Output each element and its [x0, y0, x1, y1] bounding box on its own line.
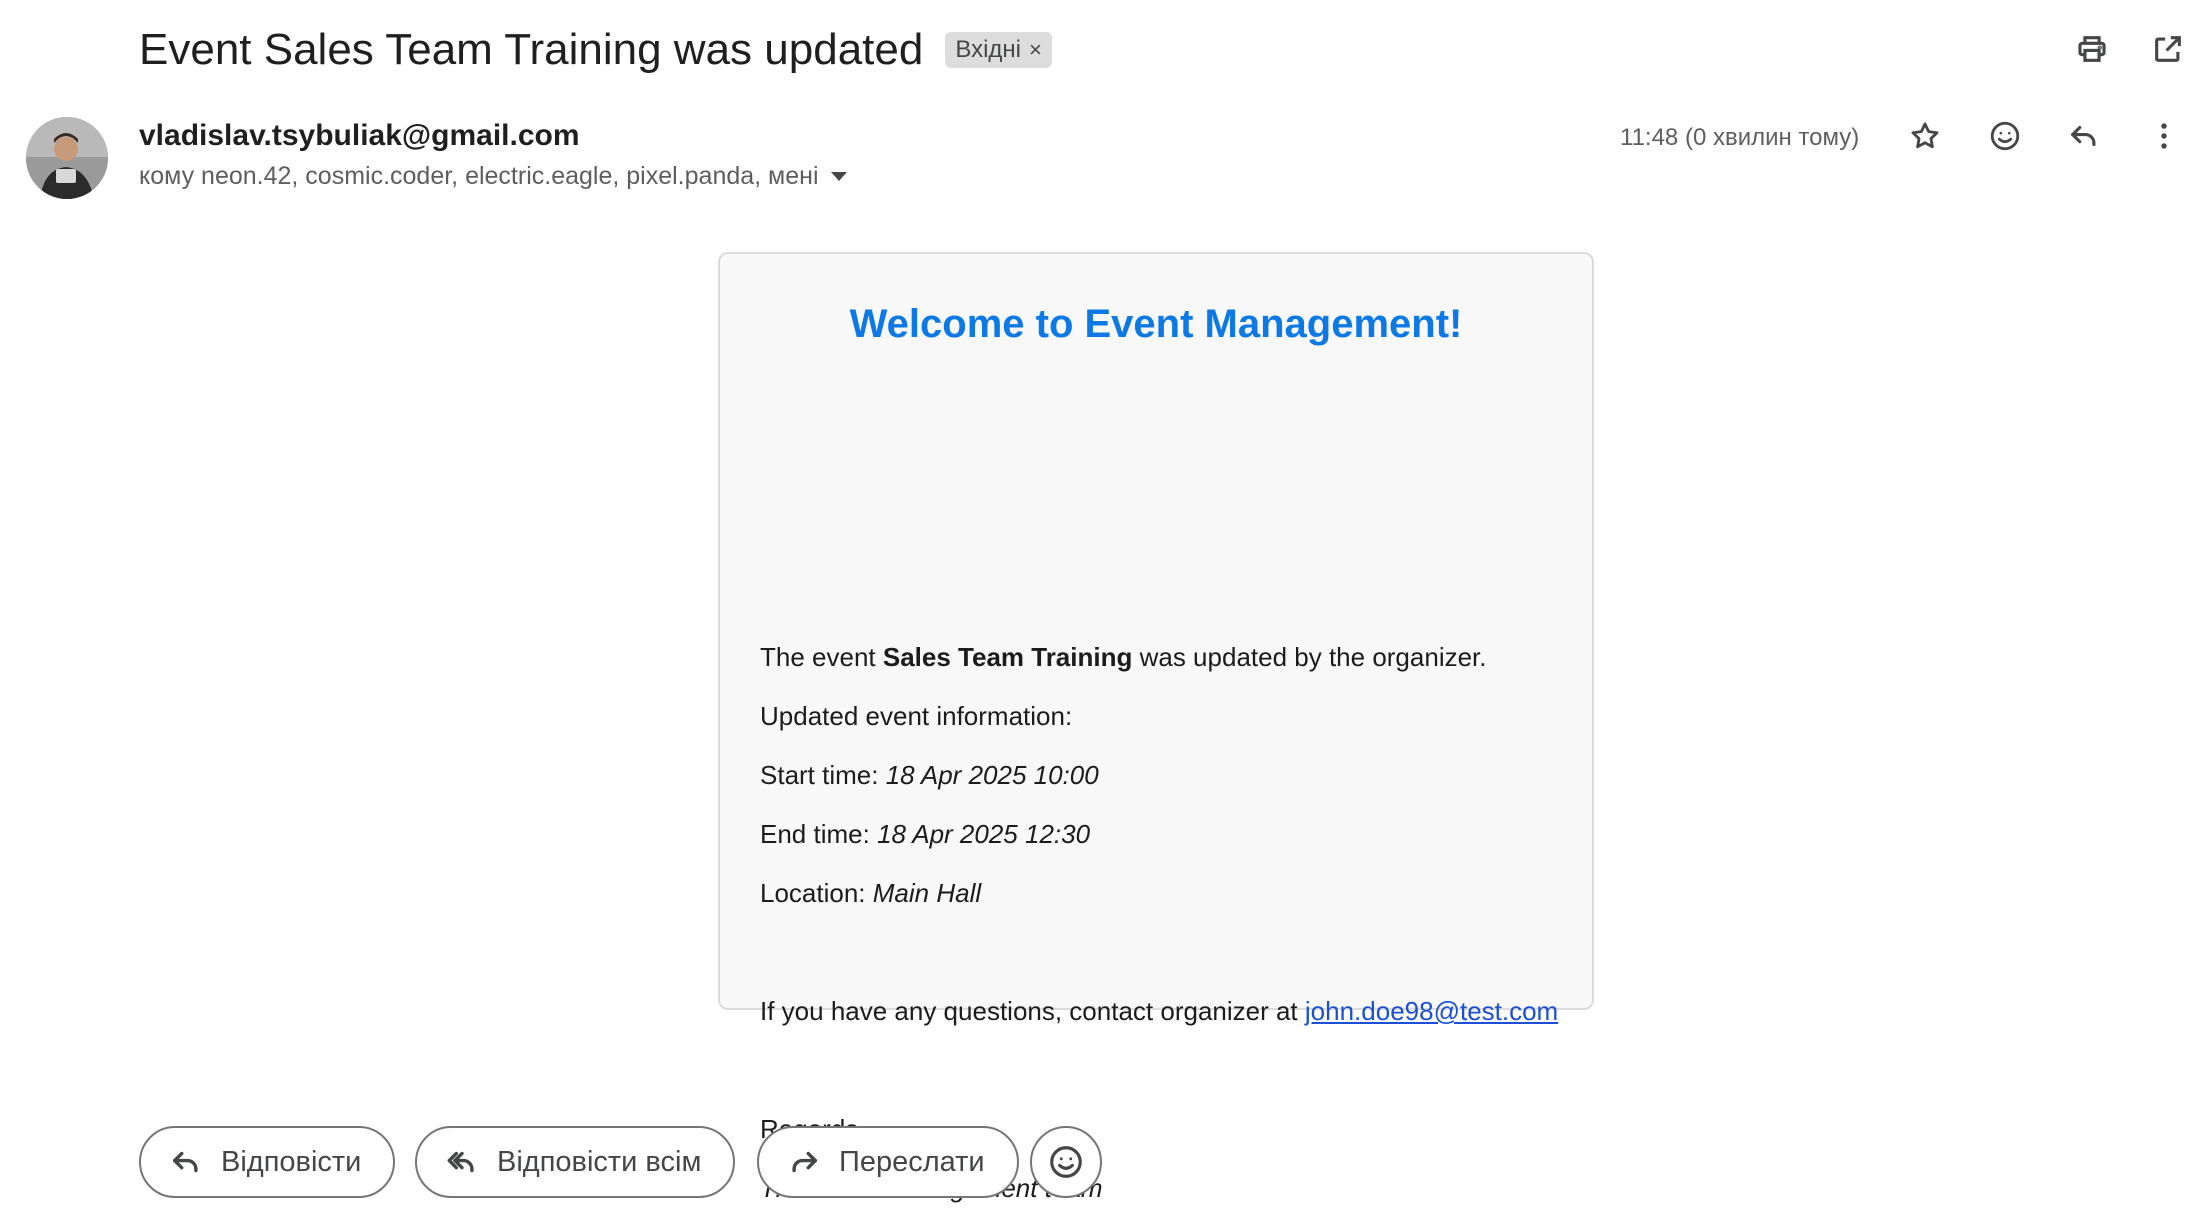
star-button[interactable] [1897, 108, 1953, 164]
emoji-reaction-button[interactable] [1030, 1126, 1102, 1198]
intro-line: The event Sales Team Training was update… [760, 640, 1487, 674]
sender-email[interactable]: vladislav.tsybuliak@gmail.com [139, 118, 580, 154]
reply-all-action-label: Відповісти всім [497, 1145, 702, 1178]
reply-all-icon [447, 1151, 474, 1173]
message-time: 11:48 (0 хвилин тому) [1620, 124, 1860, 151]
updated-info-label: Updated event information: [760, 701, 1073, 731]
recipients-details-chevron-down-icon[interactable] [830, 171, 847, 181]
email-body-card: Welcome to Event Management! The event S… [718, 252, 1594, 1203]
start-time-label: Start time: [760, 760, 886, 790]
reply-icon [172, 1151, 198, 1173]
inbox-label-text: Вхідні [955, 36, 1022, 63]
open-in-new-window-icon [2155, 36, 2181, 62]
event-name: Sales Team Training [882, 642, 1133, 672]
print-icon [2078, 36, 2106, 62]
more-vertical-icon [2161, 123, 2167, 149]
location-line: Location: Main Hall [760, 876, 981, 910]
forward-icon [792, 1151, 818, 1173]
star-icon [1911, 122, 1939, 149]
forward-action-label: Переслати [839, 1145, 985, 1178]
open-in-new-window-button[interactable] [2140, 21, 2196, 77]
remove-label-icon[interactable]: × [1029, 33, 1042, 67]
intro-suffix: was updated by the organizer. [1132, 642, 1487, 672]
avatar-photo [26, 117, 108, 199]
intro-prefix: The event [760, 642, 883, 672]
start-time-value: 18 Apr 2025 10:00 [885, 760, 1099, 790]
reply-icon [2071, 125, 2096, 147]
email-subject: Event Sales Team Training was updated [139, 25, 924, 74]
start-time-line: Start time: 18 Apr 2025 10:00 [760, 758, 1099, 792]
email-subject-row: Event Sales Team Training was updated Вх… [139, 22, 1052, 78]
recipients-text: кому neon.42, cosmic.coder, electric.eag… [139, 162, 819, 190]
end-time-label: End time: [760, 819, 878, 849]
forward-action-button[interactable]: Переслати [757, 1126, 1019, 1198]
emoji-icon [1050, 1146, 1082, 1178]
emoji-icon [1990, 121, 2020, 151]
print-button[interactable] [2064, 21, 2120, 77]
reply-action-button[interactable]: Відповісти [139, 1126, 396, 1198]
location-label: Location: [760, 878, 873, 908]
add-reaction-button[interactable] [1977, 108, 2033, 164]
message-heading: Welcome to Event Management! [849, 302, 1463, 346]
questions-line: If you have any questions, contact organ… [760, 994, 1558, 1028]
end-time-line: End time: 18 Apr 2025 12:30 [760, 817, 1090, 851]
reply-button[interactable] [2056, 108, 2112, 164]
questions-text: If you have any questions, contact organ… [760, 996, 1305, 1026]
organizer-email-link[interactable]: john.doe98@test.com [1305, 996, 1558, 1026]
inbox-label-chip[interactable]: Вхідні × [945, 32, 1052, 68]
recipients-row[interactable]: кому neon.42, cosmic.coder, electric.eag… [139, 160, 847, 192]
more-options-button[interactable] [2136, 108, 2192, 164]
reply-all-action-button[interactable]: Відповісти всім [415, 1126, 736, 1198]
location-value: Main Hall [872, 878, 982, 908]
reply-action-label: Відповісти [221, 1145, 362, 1178]
end-time-value: 18 Apr 2025 12:30 [877, 819, 1091, 849]
sender-avatar[interactable] [26, 117, 108, 199]
